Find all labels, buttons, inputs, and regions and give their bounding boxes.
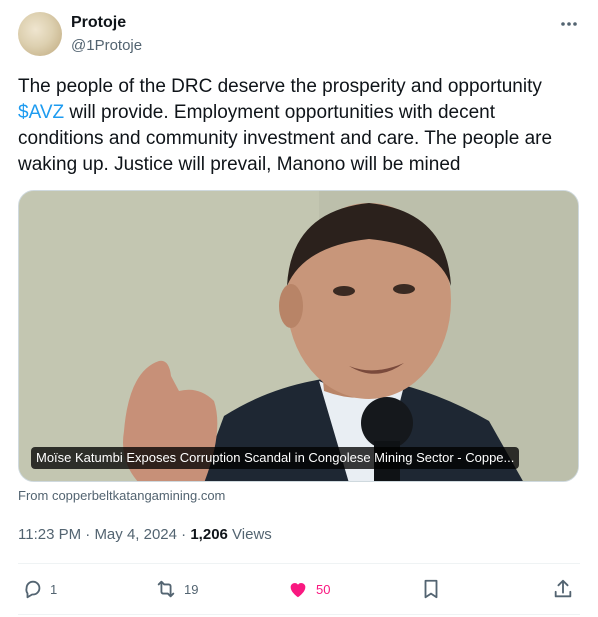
bookmark-icon (424, 579, 438, 599)
tweet-text-part: The people of the DRC deserve the prospe… (18, 76, 542, 97)
card-source[interactable]: From copperbeltkatangamining.com (18, 488, 225, 503)
tweet-text: The people of the DRC deserve the prospe… (18, 74, 583, 178)
share-button[interactable] (552, 578, 574, 600)
views-count: 1,206 (190, 526, 228, 543)
divider (18, 563, 580, 564)
card-caption: Moïse Katumbi Exposes Corruption Scandal… (31, 447, 520, 469)
reply-count: 1 (50, 581, 58, 597)
retweet-count: 19 (184, 581, 199, 597)
like-button[interactable]: 50 (286, 578, 330, 600)
tweet-text-part: will provide. Employment opportunities w… (18, 102, 553, 175)
tweet-time[interactable]: 11:23 PM (18, 526, 81, 543)
divider (18, 614, 580, 615)
retweet-button[interactable]: 19 (154, 578, 198, 600)
user-handle[interactable]: @1Protoje (71, 37, 142, 54)
avatar[interactable] (18, 12, 62, 56)
tweet-date[interactable]: May 4, 2024 (94, 526, 177, 543)
link-card[interactable]: Moïse Katumbi Exposes Corruption Scandal… (18, 190, 579, 482)
meta-separator: · (177, 526, 191, 543)
share-icon (554, 579, 572, 598)
reply-button[interactable]: 1 (22, 578, 57, 600)
like-icon (290, 583, 306, 598)
cashtag-link[interactable]: $AVZ (18, 102, 64, 123)
display-name[interactable]: Protoje (71, 14, 126, 32)
card-image (19, 191, 578, 481)
meta-separator: · (81, 526, 95, 543)
views-label: Views (227, 526, 272, 543)
bookmark-button[interactable] (420, 578, 442, 600)
more-icon[interactable] (558, 14, 580, 34)
retweet-icon (157, 580, 175, 598)
reply-icon (25, 580, 41, 599)
tweet-meta: 11:23 PM · May 4, 2024 · 1,206 Views (18, 526, 272, 543)
like-count: 50 (316, 581, 331, 597)
